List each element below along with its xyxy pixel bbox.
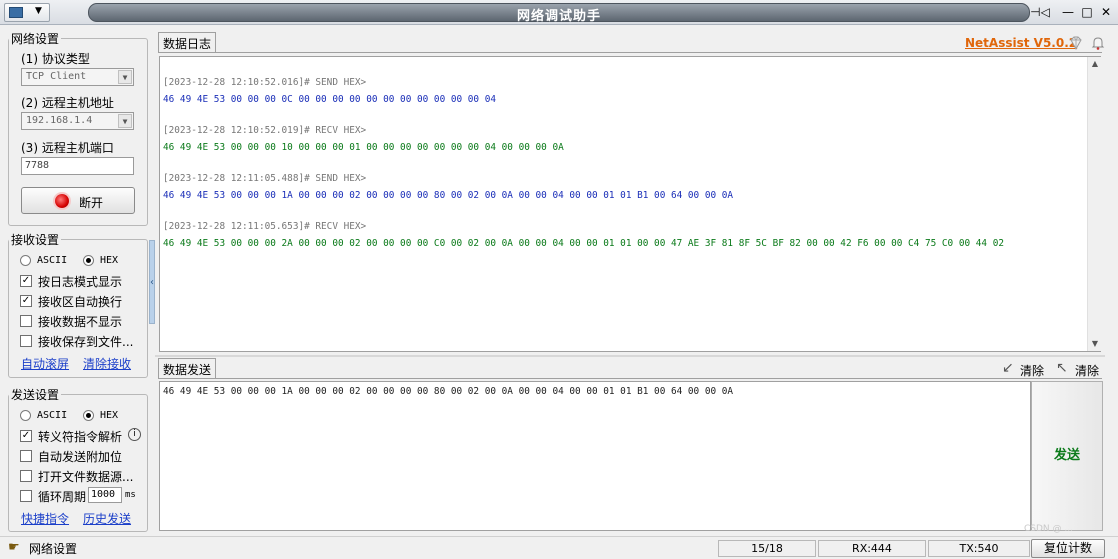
tab-data-log[interactable]: 数据日志 [158,32,217,52]
receive-hex-radio[interactable] [83,255,94,266]
protocol-select[interactable]: TCP Client ▼ [21,68,134,86]
hide-receive-checkbox[interactable] [20,315,32,327]
log-entry-header: [2023-12-28 12:10:52.019]# RECV HEX> [163,125,367,136]
remote-host-value: 192.168.1.4 [26,115,93,126]
network-settings-legend: 网络设置 [11,32,60,46]
remote-host-label: (2) 远程主机地址 [21,96,114,110]
chevron-down-icon: ▼ [118,114,132,128]
reset-count-button[interactable]: 复位计数 [1031,539,1105,558]
remote-host-select[interactable]: 192.168.1.4 ▼ [21,112,134,130]
tab-data-send[interactable]: 数据发送 [158,358,217,378]
receive-hex-label: HEX [100,255,119,266]
clear-down-icon[interactable]: ↙ [1002,360,1014,376]
cycle-checkbox[interactable] [20,490,32,502]
clear-send-button-2[interactable]: 清除 [1075,362,1099,379]
log-entry-data: 46 49 4E 53 00 00 00 2A 00 00 00 02 00 0… [163,238,1004,249]
log-entry-data: 46 49 4E 53 00 00 00 0C 00 00 00 00 00 0… [163,94,497,105]
protocol-value: TCP Client [26,71,87,82]
log-entry-header: [2023-12-28 12:11:05.488]# SEND HEX> [163,173,367,184]
log-entry-data: 46 49 4E 53 00 00 00 10 00 00 00 01 00 0… [163,142,564,153]
clear-up-icon[interactable]: ↖ [1056,360,1068,376]
bell-icon[interactable] [1090,35,1106,51]
send-hex-radio[interactable] [83,410,94,421]
scroll-up-icon[interactable]: ▲ [1088,57,1102,71]
receive-ascii-label: ASCII [37,255,68,266]
disconnect-label: 断开 [79,196,104,210]
pin-button[interactable]: ⊣◁ [1028,3,1052,22]
send-hex-label: HEX [100,410,119,421]
auto-wrap-checkbox[interactable]: ✓ [20,295,32,307]
chevron-down-icon: ▼ [35,6,42,16]
receive-log-area[interactable]: [2023-12-28 12:10:52.016]# SEND HEX> 46 … [159,56,1101,352]
shortcuts-link[interactable]: 快捷指令 [21,510,69,527]
title-bar: ▼ 网络调试助手 ⊣◁ — □ ✕ [0,0,1118,25]
remote-port-input[interactable]: 7788 [21,157,134,175]
panel-collapse-handle[interactable]: ‹ [149,240,155,324]
clear-send-button-1[interactable]: 清除 [1020,362,1044,379]
cycle-label: 循环周期 [38,490,87,504]
auto-append-checkbox[interactable] [20,450,32,462]
diamond-icon[interactable] [1068,35,1084,51]
connection-status-icon [55,194,69,208]
status-count: 15/18 [718,540,816,557]
horizontal-splitter[interactable] [155,355,1105,357]
send-ascii-radio[interactable] [20,410,31,421]
protocol-label: (1) 协议类型 [21,52,90,66]
log-mode-checkbox[interactable]: ✓ [20,275,32,287]
title-pill: 网络调试助手 [88,3,1030,24]
autoscroll-link[interactable]: 自动滚屏 [21,355,69,372]
send-content: 46 49 4E 53 00 00 00 1A 00 00 00 02 00 0… [163,386,734,397]
log-mode-label: 按日志模式显示 [38,275,123,289]
tab-divider [158,52,1102,53]
auto-append-label: 自动发送附加位 [38,450,123,464]
history-link[interactable]: 历史发送 [83,510,131,527]
info-icon[interactable]: i [128,428,141,441]
hide-receive-label: 接收数据不显示 [38,315,123,329]
clear-receive-link[interactable]: 清除接收 [83,355,131,372]
escape-parse-checkbox[interactable]: ✓ [20,430,32,442]
scroll-down-icon[interactable]: ▼ [1088,337,1102,351]
receive-ascii-radio[interactable] [20,255,31,266]
receive-settings-legend: 接收设置 [11,233,60,247]
send-settings-legend: 发送设置 [11,388,60,402]
status-bar: ☛ 网络设置 15/18 RX:444 TX:540 [0,536,1118,559]
file-source-checkbox[interactable] [20,470,32,482]
save-to-file-checkbox[interactable] [20,335,32,347]
escape-parse-label: 转义符指令解析 [38,430,123,444]
status-tx: TX:540 [928,540,1030,557]
chevron-down-icon: ▼ [118,70,132,84]
disconnect-button[interactable]: 断开 [21,187,135,214]
system-menu-button[interactable]: ▼ [4,3,50,22]
cycle-unit: ms [125,490,136,500]
brand-link[interactable]: NetAssist V5.0.2 [965,36,1077,50]
log-entry-header: [2023-12-28 12:10:52.016]# SEND HEX> [163,77,367,88]
log-entry-data: 46 49 4E 53 00 00 00 1A 00 00 00 02 00 0… [163,190,734,201]
auto-wrap-label: 接收区自动换行 [38,295,123,309]
send-input-area[interactable]: 46 49 4E 53 00 00 00 1A 00 00 00 02 00 0… [159,381,1031,531]
window-title: 网络调试助手 [516,9,601,24]
save-to-file-label: 接收保存到文件... [38,335,134,349]
send-button[interactable]: 发送 [1031,381,1103,531]
send-ascii-label: ASCII [37,410,68,421]
tab-divider [158,378,1102,379]
log-entry-header: [2023-12-28 12:11:05.653]# RECV HEX> [163,221,367,232]
network-app-icon [9,7,23,18]
close-button[interactable]: ✕ [1094,3,1118,22]
remote-port-label: (3) 远程主机端口 [21,141,114,155]
status-rx: RX:444 [818,540,926,557]
file-source-label: 打开文件数据源... [38,470,134,484]
cycle-input[interactable]: 1000 [88,487,122,503]
watermark: CSDN @ ... [1024,524,1073,534]
hand-icon: ☛ [8,540,20,555]
status-mode: 网络设置 [29,542,78,556]
log-scrollbar[interactable]: ▲ ▼ [1087,57,1101,351]
